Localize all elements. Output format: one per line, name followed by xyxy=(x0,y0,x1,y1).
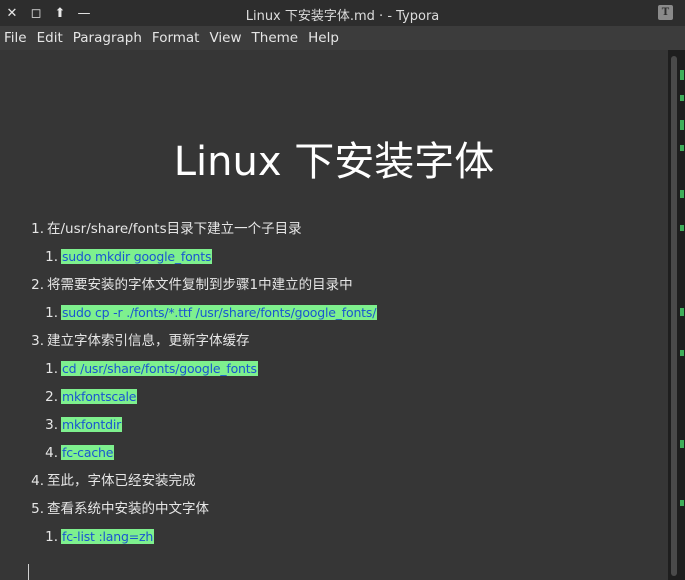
list-item[interactable]: 1. sudo cp -r ./fonts/*.ttf /usr/share/fo… xyxy=(44,302,378,324)
menu-edit[interactable]: Edit xyxy=(32,26,68,50)
window-title: Linux 下安装字体.md · - Typora xyxy=(245,9,440,24)
background-window-mark xyxy=(680,225,684,231)
list-item[interactable]: 5. 查看系统中安装的中文字体 xyxy=(30,498,209,520)
scrollbar[interactable] xyxy=(668,50,685,580)
inline-code: fc-cache xyxy=(61,445,115,460)
background-window-mark xyxy=(680,95,684,101)
list-text: 将需要安装的字体文件复制到步骤1中建立的目录中 xyxy=(47,277,353,293)
background-window-mark xyxy=(680,308,684,316)
menu-paragraph[interactable]: Paragraph xyxy=(68,26,147,50)
menu-theme[interactable]: Theme xyxy=(247,26,304,50)
list-number: 5. xyxy=(31,501,44,517)
inline-code: sudo cp -r ./fonts/*.ttf /usr/share/font… xyxy=(61,305,378,320)
menu-view[interactable]: View xyxy=(204,26,246,50)
inline-code: sudo mkdir google_fonts xyxy=(61,249,213,264)
list-item[interactable]: 2. 将需要安装的字体文件复制到步骤1中建立的目录中 xyxy=(30,274,353,296)
menu-help[interactable]: Help xyxy=(303,26,344,50)
list-text: 建立字体索引信息，更新字体缓存 xyxy=(47,333,250,349)
inline-code: cd /usr/share/fonts/google_fonts xyxy=(61,361,258,376)
list-number: 3. xyxy=(45,417,58,433)
list-text: 查看系统中安装的中文字体 xyxy=(47,501,209,517)
background-window-mark xyxy=(680,440,684,448)
list-number: 1. xyxy=(31,221,44,237)
list-text: 在/usr/share/fonts目录下建立一个子目录 xyxy=(47,221,302,237)
scrollbar-thumb[interactable] xyxy=(671,56,677,576)
title-bar[interactable]: ✕ ◻ ⬆ — Linux 下安装字体.md · - Typora T xyxy=(0,0,685,26)
editor-area[interactable]: Linux 下安装字体 1. 在/usr/share/fonts目录下建立一个子目… xyxy=(0,50,668,580)
list-number: 4. xyxy=(31,473,44,489)
inline-code: mkfontdir xyxy=(61,417,123,432)
menu-format[interactable]: Format xyxy=(147,26,205,50)
background-window-mark xyxy=(680,120,684,130)
background-window-mark xyxy=(680,190,684,198)
list-item[interactable]: 4. 至此，字体已经安装完成 xyxy=(30,470,196,492)
inline-code: fc-list :lang=zh xyxy=(61,529,155,544)
background-window-mark xyxy=(680,500,684,506)
list-item[interactable]: 1. 在/usr/share/fonts目录下建立一个子目录 xyxy=(30,218,302,240)
list-number: 1. xyxy=(45,529,58,545)
background-window-mark xyxy=(680,350,684,356)
list-item[interactable]: 1. sudo mkdir google_fonts xyxy=(44,246,213,268)
list-number: 3. xyxy=(31,333,44,349)
inline-code: mkfontscale xyxy=(61,389,138,404)
list-item[interactable]: 3. mkfontdir xyxy=(44,414,123,436)
list-item[interactable]: 1. fc-list :lang=zh xyxy=(44,526,155,548)
list-item[interactable]: 4. fc-cache xyxy=(44,442,115,464)
list-number: 2. xyxy=(45,389,58,405)
list-number: 1. xyxy=(45,249,58,265)
list-item[interactable]: 1. cd /usr/share/fonts/google_fonts xyxy=(44,358,258,380)
list-number: 1. xyxy=(45,361,58,377)
list-item[interactable]: 2. mkfontscale xyxy=(44,386,138,408)
list-number: 1. xyxy=(45,305,58,321)
menu-bar: File Edit Paragraph Format View Theme He… xyxy=(0,26,685,50)
typora-app-icon: T xyxy=(658,5,673,20)
list-number: 4. xyxy=(45,445,58,461)
background-window-mark xyxy=(680,145,684,151)
text-cursor xyxy=(28,564,29,580)
list-text: 至此，字体已经安装完成 xyxy=(47,473,196,489)
background-window-mark xyxy=(680,70,684,80)
list-item[interactable]: 3. 建立字体索引信息，更新字体缓存 xyxy=(30,330,250,352)
list-number: 2. xyxy=(31,277,44,293)
document-heading[interactable]: Linux 下安装字体 xyxy=(0,138,668,186)
menu-file[interactable]: File xyxy=(0,26,32,50)
typora-window: ✕ ◻ ⬆ — Linux 下安装字体.md · - Typora T File… xyxy=(0,0,685,580)
